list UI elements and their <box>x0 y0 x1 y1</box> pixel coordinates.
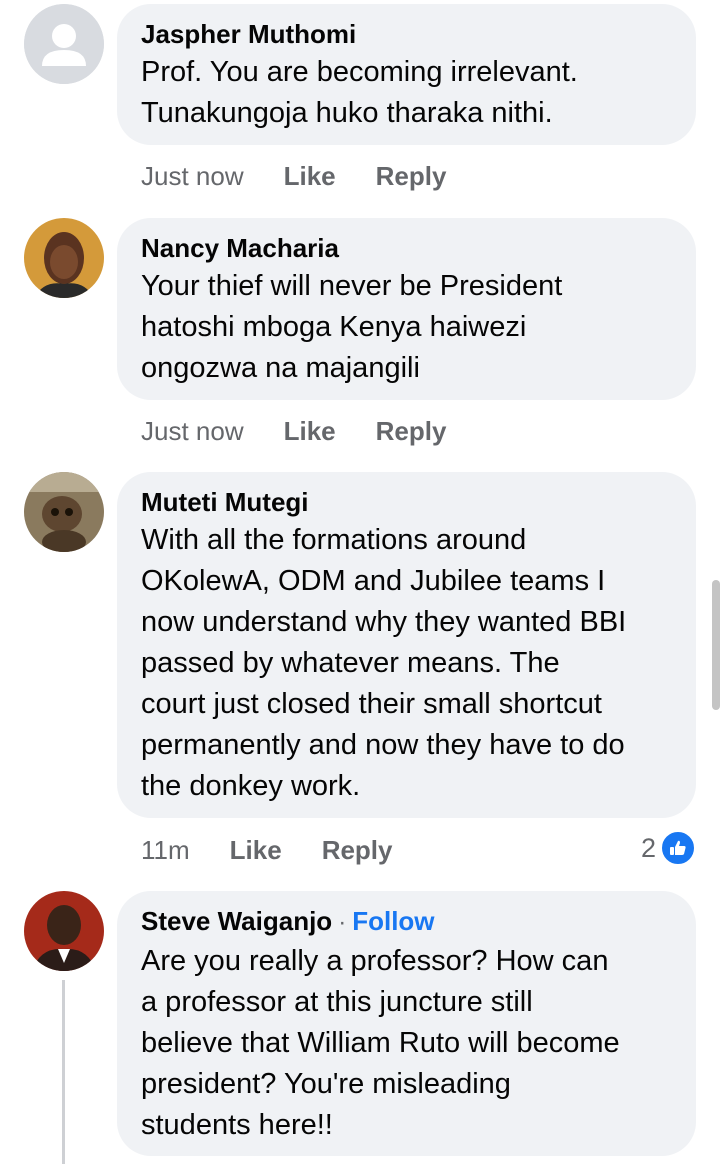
commenter-name[interactable]: Steve Waiganjo <box>141 906 332 936</box>
comment-actions: 11m Like Reply <box>141 832 433 868</box>
comment-bubble: Muteti Mutegi With all the formations ar… <box>117 472 696 818</box>
comment-actions: Just now Like Reply <box>141 413 486 449</box>
scrollbar[interactable] <box>712 580 720 710</box>
comment-text-line: With all the formations around <box>141 524 527 556</box>
comment-text-line: hatoshi mboga Kenya haiwezi <box>141 311 527 343</box>
comment-text-line: Your thief will never be President <box>141 270 563 302</box>
comment-text-line: Are you really a professor? How can <box>141 945 609 977</box>
reply-button[interactable]: Reply <box>322 835 393 866</box>
like-button[interactable]: Like <box>284 416 336 447</box>
comment-text-line: president? You're misleading <box>141 1068 511 1100</box>
comment-text-line: believe that William Ruto will become <box>141 1027 620 1059</box>
reaction-count: 2 <box>640 832 656 863</box>
avatar[interactable] <box>24 218 104 298</box>
separator-dot: · <box>338 909 347 936</box>
comment-bubble: Nancy Macharia Your thief will never be … <box>117 218 696 400</box>
comment-text-line: permanently and now they have to do <box>141 729 625 761</box>
reaction-summary[interactable]: 2 <box>641 830 696 866</box>
like-button[interactable]: Like <box>284 161 336 192</box>
commenter-name[interactable]: Nancy Macharia <box>141 232 672 264</box>
avatar[interactable] <box>24 472 104 552</box>
reply-button[interactable]: Reply <box>376 161 447 192</box>
timestamp[interactable]: 11m <box>141 835 190 866</box>
comment-text-line: OKolewA, ODM and Jubilee teams I <box>141 565 606 597</box>
comment-text-line: ongozwa na majangili <box>141 352 420 384</box>
comment-text-line: the donkey work. <box>141 770 361 802</box>
follow-button[interactable]: Follow <box>352 906 434 936</box>
comment-actions: Just now Like Reply <box>141 158 486 194</box>
timestamp[interactable]: Just now <box>141 161 244 192</box>
commenter-header: Steve Waiganjo · Follow <box>141 905 672 939</box>
comment-bubble: Steve Waiganjo · Follow Are you really a p… <box>117 891 696 1156</box>
avatar[interactable] <box>24 891 104 971</box>
comment-text-line: students here!! <box>141 1109 333 1141</box>
default-avatar[interactable] <box>24 4 104 84</box>
comment-text-line: now understand why they wanted BBI <box>141 606 627 638</box>
comment-text-line: Prof. You are becoming irrelevant. <box>141 56 578 88</box>
reply-button[interactable]: Reply <box>376 416 447 447</box>
comment-text-line: a professor at this juncture still <box>141 986 533 1018</box>
like-button[interactable]: Like <box>230 835 282 866</box>
commenter-name[interactable]: Jaspher Muthomi <box>141 18 672 50</box>
comment-text-line: Tunakungoja huko tharaka nithi. <box>141 97 553 129</box>
comment-text-line: passed by whatever means. The <box>141 647 560 679</box>
commenter-name[interactable]: Muteti Mutegi <box>141 486 672 518</box>
thread-line <box>62 980 65 1164</box>
timestamp[interactable]: Just now <box>141 416 244 447</box>
comment-bubble: Jaspher Muthomi Prof. You are becoming i… <box>117 4 696 145</box>
thumbs-up-icon <box>660 830 696 866</box>
comment-text-line: court just closed their small shortcut <box>141 688 602 720</box>
